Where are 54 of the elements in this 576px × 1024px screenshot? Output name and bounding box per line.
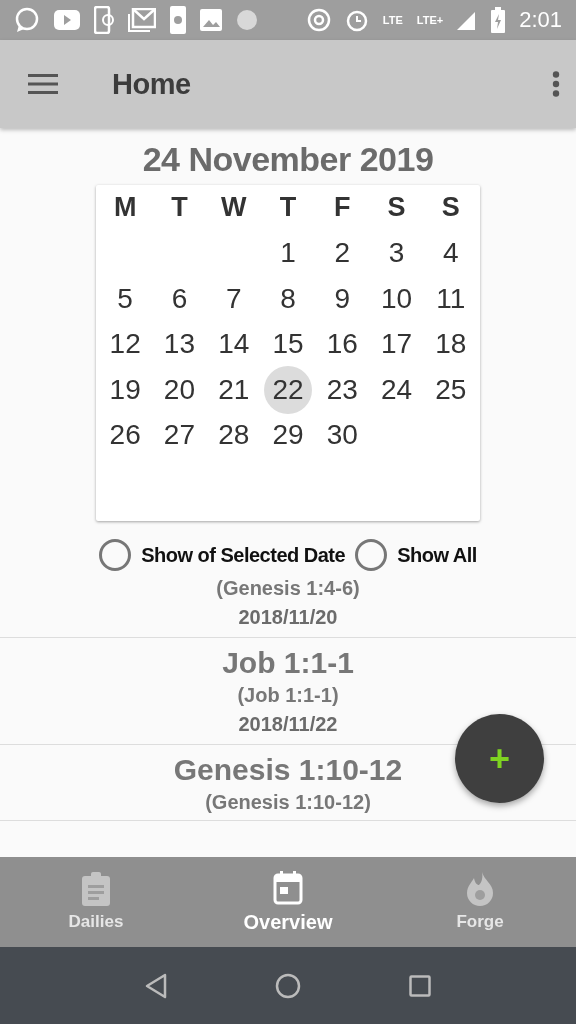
radio-icon[interactable] — [99, 539, 132, 571]
loading-icon — [236, 9, 258, 31]
calendar-day[interactable]: 22 — [264, 365, 312, 414]
clock-time: 2:01 — [519, 7, 562, 33]
calendar-day[interactable]: 7 — [209, 274, 258, 323]
entry-reference: (Genesis 1:10-12) — [205, 790, 371, 815]
weekday-label: T — [170, 191, 189, 225]
back-icon[interactable] — [145, 972, 167, 999]
radio-icon[interactable] — [355, 539, 388, 571]
calendar-icon — [273, 870, 303, 905]
date-heading: 24 November 2019 — [142, 140, 434, 179]
flame-icon — [466, 872, 494, 906]
calendar-day[interactable]: 27 — [155, 411, 204, 460]
entry-date: 2018/11/22 — [238, 712, 338, 737]
weekday-label: T — [278, 191, 298, 225]
phone-sync-icon — [94, 6, 114, 34]
weekday-label: S — [440, 191, 461, 225]
calendar-day[interactable]: 30 — [318, 411, 367, 460]
battery-icon — [491, 7, 506, 33]
add-button[interactable]: + — [455, 714, 544, 803]
calendar-day[interactable]: 29 — [264, 411, 312, 460]
mail-icon — [128, 8, 156, 32]
alarm-icon — [344, 8, 369, 32]
calendar-day[interactable]: 6 — [155, 274, 204, 323]
phone-moon-icon — [170, 6, 186, 34]
radio-label: Show of Selected Date — [141, 543, 346, 567]
entry-reference: (Genesis 1:4-6) — [216, 576, 360, 601]
call-lte-label: LTE — [382, 14, 403, 26]
calendar-day[interactable]: 28 — [209, 411, 258, 460]
weekday-label: M — [112, 191, 138, 225]
weekday-label: S — [386, 191, 407, 225]
entry-date: 2018/11/20 — [238, 605, 338, 630]
hotspot-icon — [306, 8, 331, 32]
image-icon — [200, 9, 222, 31]
entry-title: Genesis 1:10-12 — [173, 752, 403, 788]
recents-icon[interactable] — [409, 974, 431, 997]
menu-icon[interactable] — [28, 73, 58, 95]
lte-plus-label: LTE+ — [416, 14, 444, 26]
entry-title: Job 1:1-1 — [222, 645, 354, 681]
home-icon[interactable] — [275, 972, 301, 999]
radio-label: Show All — [397, 543, 477, 567]
more-icon[interactable] — [552, 71, 560, 97]
play-icon — [54, 10, 80, 30]
signal-icon — [457, 10, 478, 30]
calendar-day[interactable]: 5 — [101, 274, 150, 323]
app-title: Home — [112, 67, 191, 101]
clipboard-icon — [81, 872, 111, 906]
calendar-day[interactable]: 26 — [101, 411, 150, 460]
radio-option[interactable]: Show All — [355, 539, 477, 571]
radio-option[interactable]: Show of Selected Date — [99, 539, 346, 571]
entry-reference: (Job 1:1-1) — [237, 683, 339, 708]
weekday-label: W — [219, 191, 248, 225]
weekday-label: F — [333, 191, 352, 225]
chat-icon — [14, 7, 40, 33]
